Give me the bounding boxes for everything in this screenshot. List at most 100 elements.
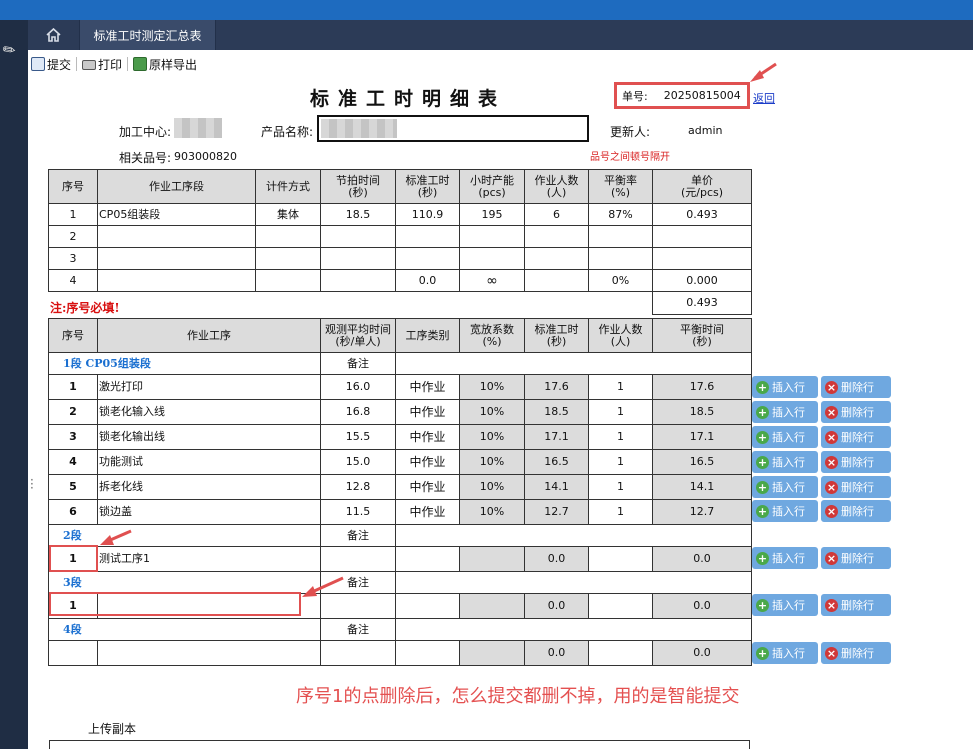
cell[interactable]: 锁边盖: [97, 499, 321, 525]
cell[interactable]: 中作业: [395, 399, 460, 425]
delete-row-button[interactable]: × 删除行: [821, 376, 891, 398]
delete-row-button[interactable]: × 删除行: [821, 500, 891, 522]
insert-row-button[interactable]: + 插入行: [752, 500, 818, 522]
insert-row-button[interactable]: + 插入行: [752, 547, 818, 569]
segment-row: 3段 备注: [48, 571, 752, 594]
cell[interactable]: 1: [588, 399, 653, 425]
cell[interactable]: [588, 640, 653, 666]
remark-input[interactable]: [395, 524, 752, 547]
product-name-input[interactable]: [317, 115, 589, 142]
delete-row-button[interactable]: × 删除行: [821, 642, 891, 664]
delete-row-button[interactable]: × 删除行: [821, 401, 891, 423]
cell: 0.0: [652, 546, 752, 572]
cell[interactable]: 3: [48, 247, 98, 270]
cell[interactable]: 中作业: [395, 474, 460, 500]
insert-row-button[interactable]: + 插入行: [752, 376, 818, 398]
cell[interactable]: 16.8: [320, 399, 396, 425]
home-tab[interactable]: [28, 20, 80, 50]
cell[interactable]: 功能测试: [97, 449, 321, 475]
cell[interactable]: [320, 247, 396, 270]
remark-input[interactable]: [395, 352, 752, 375]
remark-input[interactable]: [395, 571, 752, 594]
tab-standard-hours-summary[interactable]: 标准工时测定汇总表: [80, 20, 216, 50]
cell[interactable]: [588, 593, 653, 619]
print-button[interactable]: 打印: [79, 56, 125, 73]
cell[interactable]: 15.5: [320, 424, 396, 450]
back-link[interactable]: 返回: [753, 90, 775, 106]
cell[interactable]: 中作业: [395, 499, 460, 525]
cell[interactable]: [395, 546, 460, 572]
cell[interactable]: [97, 640, 321, 666]
insert-row-button[interactable]: + 插入行: [752, 401, 818, 423]
cell[interactable]: [588, 546, 653, 572]
insert-row-button[interactable]: + 插入行: [752, 426, 818, 448]
cell[interactable]: 1: [588, 499, 653, 525]
cell[interactable]: 中作业: [395, 424, 460, 450]
cell[interactable]: 3: [48, 424, 98, 450]
cell[interactable]: 锁老化输入线: [97, 399, 321, 425]
cell[interactable]: 中作业: [395, 449, 460, 475]
cell[interactable]: [97, 225, 256, 248]
cell[interactable]: 12.8: [320, 474, 396, 500]
cell[interactable]: 1: [48, 374, 98, 400]
cell[interactable]: 测试工序1: [97, 546, 321, 572]
delete-row-button[interactable]: × 删除行: [821, 451, 891, 473]
cell[interactable]: [320, 640, 396, 666]
insert-row-button[interactable]: + 插入行: [752, 451, 818, 473]
cell[interactable]: [97, 269, 256, 292]
cell[interactable]: [48, 640, 98, 666]
cell[interactable]: [320, 225, 396, 248]
cell[interactable]: [255, 269, 321, 292]
insert-row-button[interactable]: + 插入行: [752, 642, 818, 664]
cell: 10%: [459, 474, 525, 500]
delete-row-label: 删除行: [841, 647, 874, 660]
cell[interactable]: [320, 593, 396, 619]
drag-grip-icon[interactable]: · · ·: [30, 474, 34, 494]
remark-input[interactable]: [395, 618, 752, 641]
cell[interactable]: 5: [48, 474, 98, 500]
wrench-icon[interactable]: ✎: [0, 39, 20, 61]
insert-row-button[interactable]: + 插入行: [752, 594, 818, 616]
cell[interactable]: 18.5: [320, 203, 396, 226]
cell[interactable]: 16.0: [320, 374, 396, 400]
cell[interactable]: [255, 225, 321, 248]
cell[interactable]: 2: [48, 225, 98, 248]
cell[interactable]: 4: [48, 449, 98, 475]
table-row: 0.0 0.0: [48, 640, 752, 666]
delete-row-button[interactable]: × 删除行: [821, 426, 891, 448]
cell[interactable]: 激光打印: [97, 374, 321, 400]
cell[interactable]: 1: [48, 203, 98, 226]
cell[interactable]: 拆老化线: [97, 474, 321, 500]
cell[interactable]: CP05组装段: [97, 203, 256, 226]
cell[interactable]: 4: [48, 269, 98, 292]
cell[interactable]: 锁老化输出线: [97, 424, 321, 450]
export-button[interactable]: 原样导出: [130, 56, 200, 73]
cell[interactable]: [320, 546, 396, 572]
cell[interactable]: 11.5: [320, 499, 396, 525]
cell[interactable]: 2: [48, 399, 98, 425]
cell[interactable]: [395, 593, 460, 619]
cell[interactable]: 15.0: [320, 449, 396, 475]
cell: 18.5: [652, 399, 752, 425]
cell[interactable]: 集体: [255, 203, 321, 226]
summary-header: 标准工时 (秒): [395, 169, 460, 204]
cell[interactable]: [255, 247, 321, 270]
cell[interactable]: 1: [588, 374, 653, 400]
delete-row-button[interactable]: × 删除行: [821, 547, 891, 569]
table-row: 4 功能测试 15.0 中作业 10% 16.5 1 16.5: [48, 449, 752, 475]
upload-area[interactable]: [49, 740, 750, 749]
cell[interactable]: 中作业: [395, 374, 460, 400]
cell[interactable]: [97, 247, 256, 270]
delete-row-button[interactable]: × 删除行: [821, 594, 891, 616]
submit-button[interactable]: 提交: [28, 56, 74, 73]
cell[interactable]: 1: [588, 449, 653, 475]
cell[interactable]: 1: [588, 424, 653, 450]
cell[interactable]: [395, 640, 460, 666]
cell: [459, 247, 525, 270]
delete-row-button[interactable]: × 删除行: [821, 476, 891, 498]
toolbar-divider: [76, 57, 78, 71]
cell[interactable]: 1: [588, 474, 653, 500]
cell[interactable]: 6: [48, 499, 98, 525]
insert-row-button[interactable]: + 插入行: [752, 476, 818, 498]
cell[interactable]: [320, 269, 396, 292]
